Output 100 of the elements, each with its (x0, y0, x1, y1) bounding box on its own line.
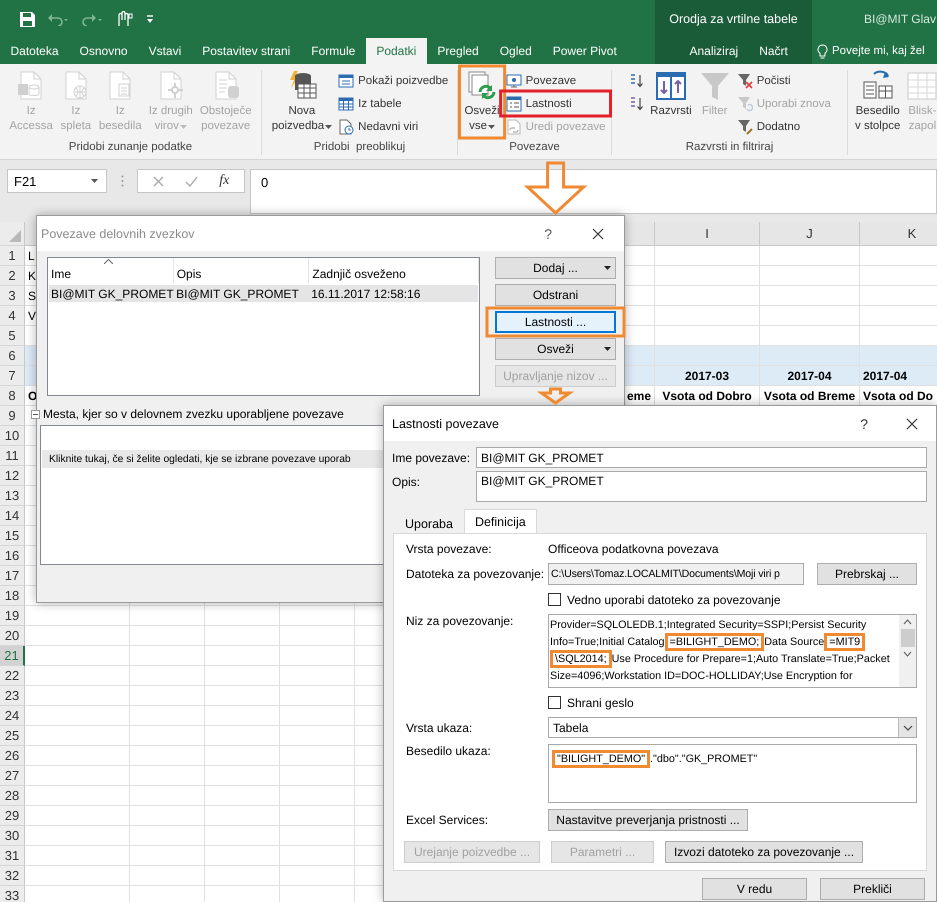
ribbon-button[interactable]: Počisti (734, 70, 833, 91)
row-header[interactable]: 20 (0, 626, 25, 646)
ribbon-tab[interactable]: Analiziraj (679, 38, 749, 64)
ribbon-tab[interactable]: Power Pivot (542, 38, 628, 64)
ribbon-button[interactable]: Osveži vse (461, 70, 503, 134)
ribbon-button[interactable]: Lastnosti (504, 93, 608, 114)
row-header[interactable]: 18 (0, 586, 25, 606)
row-header[interactable]: 10 (0, 426, 25, 446)
dialog-button[interactable]: Izvozi datoteko za povezovanje ... (665, 841, 863, 863)
row-header[interactable]: 12 (0, 466, 25, 486)
scroll-thumb[interactable] (900, 629, 914, 647)
row-header[interactable]: 23 (0, 686, 25, 706)
row-header[interactable]: 28 (0, 786, 25, 806)
ribbon-button[interactable]: Besedilo v stolpce (852, 70, 904, 134)
customize-icon[interactable] (145, 14, 155, 24)
column-header[interactable]: Ime (51, 266, 72, 280)
row-header[interactable]: 32 (0, 866, 25, 886)
dropdown-field[interactable]: Tabela (548, 717, 917, 738)
ribbon-tab[interactable]: Ogled (489, 38, 542, 64)
row-header[interactable]: 27 (0, 766, 25, 786)
ribbon-button[interactable]: Nova poizvedba (268, 70, 336, 134)
column-header[interactable]: J (806, 226, 813, 241)
check-icon[interactable] (184, 176, 198, 186)
row-header[interactable]: 2 (0, 266, 25, 286)
column-header[interactable]: Zadnjič osveženo (312, 266, 406, 280)
ribbon-button[interactable]: Iz tabele (336, 93, 450, 114)
checkbox-label[interactable]: Shrani geslo (567, 696, 634, 710)
column-header[interactable]: Opis (176, 266, 202, 280)
row-header[interactable]: 3 (0, 286, 25, 306)
redo-icon[interactable] (81, 12, 103, 26)
column-header[interactable]: K (908, 226, 916, 241)
chevron-down-icon[interactable] (902, 724, 912, 730)
dialog-tab[interactable]: Uporaba (394, 511, 464, 533)
checkbox[interactable] (548, 593, 561, 606)
row-header[interactable]: 11 (0, 446, 25, 466)
ribbon-tab[interactable]: Načrt (748, 38, 798, 64)
undo-icon[interactable] (47, 12, 69, 26)
text-area[interactable]: BI@MIT GK_PROMET (476, 471, 927, 502)
row-header[interactable]: 13 (0, 486, 25, 506)
browse-button[interactable]: Prebrskaj ... (817, 563, 917, 585)
row-header[interactable]: 25 (0, 726, 25, 746)
scroll-down-icon[interactable] (903, 651, 912, 657)
connections-list[interactable]: Ime Opis Zadnjič osveženo BI@MIT GK_PROMET BI@MIT GK_PROMET 16.11.2017 12:58:16 (47, 257, 480, 396)
row-header[interactable]: 21 (0, 646, 25, 666)
help-button[interactable]: ? (860, 416, 868, 432)
dialog-button[interactable]: Dodaj ... (495, 257, 616, 279)
row-header[interactable]: 19 (0, 606, 25, 626)
column-header[interactable]: I (705, 226, 709, 241)
row-header[interactable]: 26 (0, 746, 25, 766)
row-header[interactable]: 4 (0, 306, 25, 326)
name-box[interactable]: F21 (7, 169, 107, 193)
ribbon-button[interactable]: Povezave (504, 70, 608, 91)
row-header[interactable]: 8 (0, 386, 25, 406)
save-icon[interactable] (20, 12, 35, 26)
row-header[interactable]: 1 (0, 246, 25, 266)
input-field[interactable]: C:\Users\Tomaz.LOCALMIT\Documents\Moji viri p (548, 563, 804, 585)
collapse-icon[interactable] (31, 410, 40, 418)
dialog-button[interactable]: V redu (702, 878, 807, 900)
row-header[interactable]: 14 (0, 506, 25, 526)
checkbox[interactable] (548, 696, 561, 709)
ribbon-tab[interactable]: Pregled (426, 38, 490, 64)
row-header[interactable]: 6 (0, 346, 25, 366)
row-header[interactable]: 17 (0, 566, 25, 586)
ribbon-tab[interactable]: Osnovno (69, 38, 138, 64)
dialog-button[interactable]: Osveži (495, 338, 616, 360)
row-header[interactable]: 30 (0, 826, 25, 846)
ribbon-tab[interactable]: Vstavi (138, 38, 192, 64)
dialog-button[interactable]: Odstrani (495, 284, 616, 306)
row-header[interactable]: 9 (0, 406, 25, 426)
text-area[interactable] (548, 614, 917, 688)
close-icon[interactable] (592, 228, 604, 240)
help-button[interactable]: ? (544, 226, 552, 242)
text-area[interactable]: "BILIGHT_DEMO" ."dbo"."GK_PROMET" (548, 744, 917, 803)
ribbon-tab[interactable]: Podatki (366, 38, 427, 64)
insert-function-button[interactable]: fx (219, 173, 230, 189)
dialog-tab[interactable]: Definicija (464, 509, 537, 533)
scroll-up-icon[interactable] (903, 619, 912, 625)
dialog-button[interactable]: Prekliči (820, 878, 925, 900)
drag-handle-icon[interactable] (120, 175, 124, 187)
ribbon-tab[interactable]: Formule (300, 38, 366, 64)
row-header[interactable]: 29 (0, 806, 25, 826)
row-header[interactable]: 24 (0, 706, 25, 726)
input-field[interactable]: BI@MIT GK_PROMET (476, 447, 927, 468)
ribbon-button[interactable]: Nedavni viri (336, 116, 450, 137)
formula-field[interactable]: 0 (250, 169, 937, 214)
row-header[interactable]: 7 (0, 366, 25, 386)
row-header[interactable]: 22 (0, 666, 25, 686)
ribbon-tab[interactable]: Postavitev strani (192, 38, 301, 64)
connection-row[interactable]: BI@MIT GK_PROMET BI@MIT GK_PROMET 16.11.2017 12:58:16 (49, 285, 478, 302)
ribbon-button[interactable]: Pokaži poizvedbe (336, 70, 450, 91)
ribbon-button[interactable]: Razvrsti (647, 70, 695, 119)
row-header[interactable]: 33 (0, 886, 25, 902)
ribbon-button[interactable]: Dodatno (734, 116, 833, 137)
scrollbar[interactable] (899, 615, 916, 687)
row-header[interactable]: 5 (0, 326, 25, 346)
row-header[interactable]: 16 (0, 546, 25, 566)
dialog-button[interactable]: Nastavitve preverjanja pristnosti ... (548, 809, 748, 831)
ribbon-tab[interactable]: Datoteka (0, 38, 70, 64)
checkbox-label[interactable]: Vedno uporabi datoteko za povezovanje (567, 592, 780, 606)
row-header[interactable]: 15 (0, 526, 25, 546)
